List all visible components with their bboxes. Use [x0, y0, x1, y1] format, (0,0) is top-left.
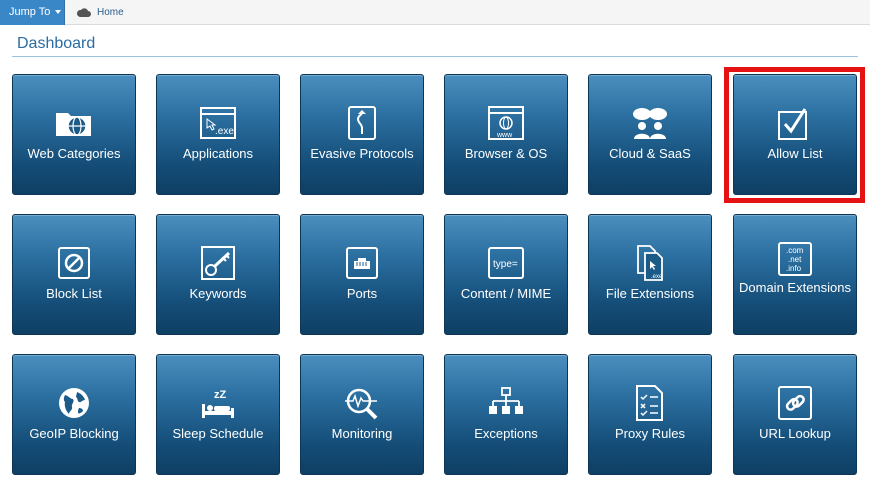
exe-window-icon: .exe [200, 107, 236, 139]
svg-text:type=: type= [493, 259, 518, 270]
tile-content-mime[interactable]: type= Content / MIME [444, 214, 568, 335]
monitor-magnifier-icon [345, 388, 378, 420]
tile-allow-list[interactable]: Allow List [733, 74, 857, 195]
tile-label: Monitoring [331, 426, 393, 441]
tile-label: Cloud & SaaS [609, 146, 691, 161]
svg-text:.info: .info [786, 264, 802, 273]
jump-to-button[interactable]: Jump To [0, 0, 65, 25]
tile-label: Content / MIME [460, 286, 552, 301]
tile-block-list[interactable]: Block List [12, 214, 136, 335]
link-icon [778, 386, 812, 420]
title-divider [12, 56, 858, 57]
tile-cloud-saas[interactable]: Cloud & SaaS [588, 74, 712, 195]
tile-label: Allow List [767, 146, 823, 161]
domain-ext-icon: .com.net.info [778, 242, 812, 276]
tile-domain-extensions[interactable]: .com .net .info Domain Extensions [733, 214, 857, 335]
caret-down-icon [55, 10, 62, 15]
tile-label: Ports [346, 286, 378, 301]
tile-label: Browser & OS [464, 146, 548, 161]
tile-web-categories[interactable]: Web Categories [12, 74, 136, 195]
cloud-icon [77, 7, 91, 17]
tile-label: Web Categories [27, 146, 121, 161]
breadcrumb: Home [77, 4, 124, 21]
tile-sleep-schedule[interactable]: zZ Sleep Schedule [156, 354, 280, 475]
svg-text:zZ: zZ [214, 389, 227, 401]
tile-label: GeoIP Blocking [29, 426, 119, 441]
page-title: Dashboard [17, 35, 96, 52]
type-icon: type= [488, 247, 524, 279]
tile-url-lookup[interactable]: URL Lookup [733, 354, 857, 475]
key-icon [201, 246, 235, 280]
tile-label: Exceptions [474, 426, 538, 441]
tile-label: URL Lookup [759, 426, 831, 441]
browser-www-icon: www [488, 106, 524, 140]
tile-exceptions[interactable]: Exceptions [444, 354, 568, 475]
sleep-icon: zZ [202, 389, 234, 418]
tile-geoip-blocking[interactable]: GeoIP Blocking [12, 354, 136, 475]
file-exe-icon: .exe [637, 245, 663, 281]
exceptions-tree-icon [489, 387, 523, 414]
svg-text:.exe: .exe [215, 126, 234, 137]
tile-label: Block List [46, 286, 102, 301]
checklist-icon [636, 385, 663, 421]
port-icon [346, 247, 378, 279]
evasive-arrow-icon [348, 106, 376, 140]
tile-ports[interactable]: Ports [300, 214, 424, 335]
breadcrumb-home-link[interactable]: Home [97, 7, 124, 18]
cloud-users-icon [633, 108, 667, 139]
top-bar: Jump To Home [0, 0, 870, 25]
svg-text:.exe: .exe [651, 274, 663, 280]
tile-evasive-protocols[interactable]: Evasive Protocols [300, 74, 424, 195]
folder-globe-icon [56, 113, 91, 136]
tile-label: Keywords [189, 286, 247, 301]
tile-label: File Extensions [605, 286, 695, 301]
tile-label: Applications [182, 146, 254, 161]
tile-proxy-rules[interactable]: Proxy Rules [588, 354, 712, 475]
tile-label: Domain Extensions [739, 280, 851, 295]
tile-label: Evasive Protocols [310, 146, 414, 161]
jump-to-label: Jump To [9, 6, 51, 18]
tile-browser-os[interactable]: www Browser & OS [444, 74, 568, 195]
globe-icon [59, 388, 89, 418]
svg-text:.com: .com [786, 246, 804, 255]
tile-applications[interactable]: .exe Applications [156, 74, 280, 195]
tile-label: Proxy Rules [614, 426, 686, 441]
svg-text:www: www [496, 132, 513, 139]
svg-text:.net: .net [788, 255, 802, 264]
tile-keywords[interactable]: Keywords [156, 214, 280, 335]
tile-monitoring[interactable]: Monitoring [300, 354, 424, 475]
checkbox-icon [778, 108, 807, 140]
block-icon [58, 247, 90, 279]
tile-file-extensions[interactable]: .exe File Extensions [588, 214, 712, 335]
tile-label: Sleep Schedule [172, 426, 264, 441]
